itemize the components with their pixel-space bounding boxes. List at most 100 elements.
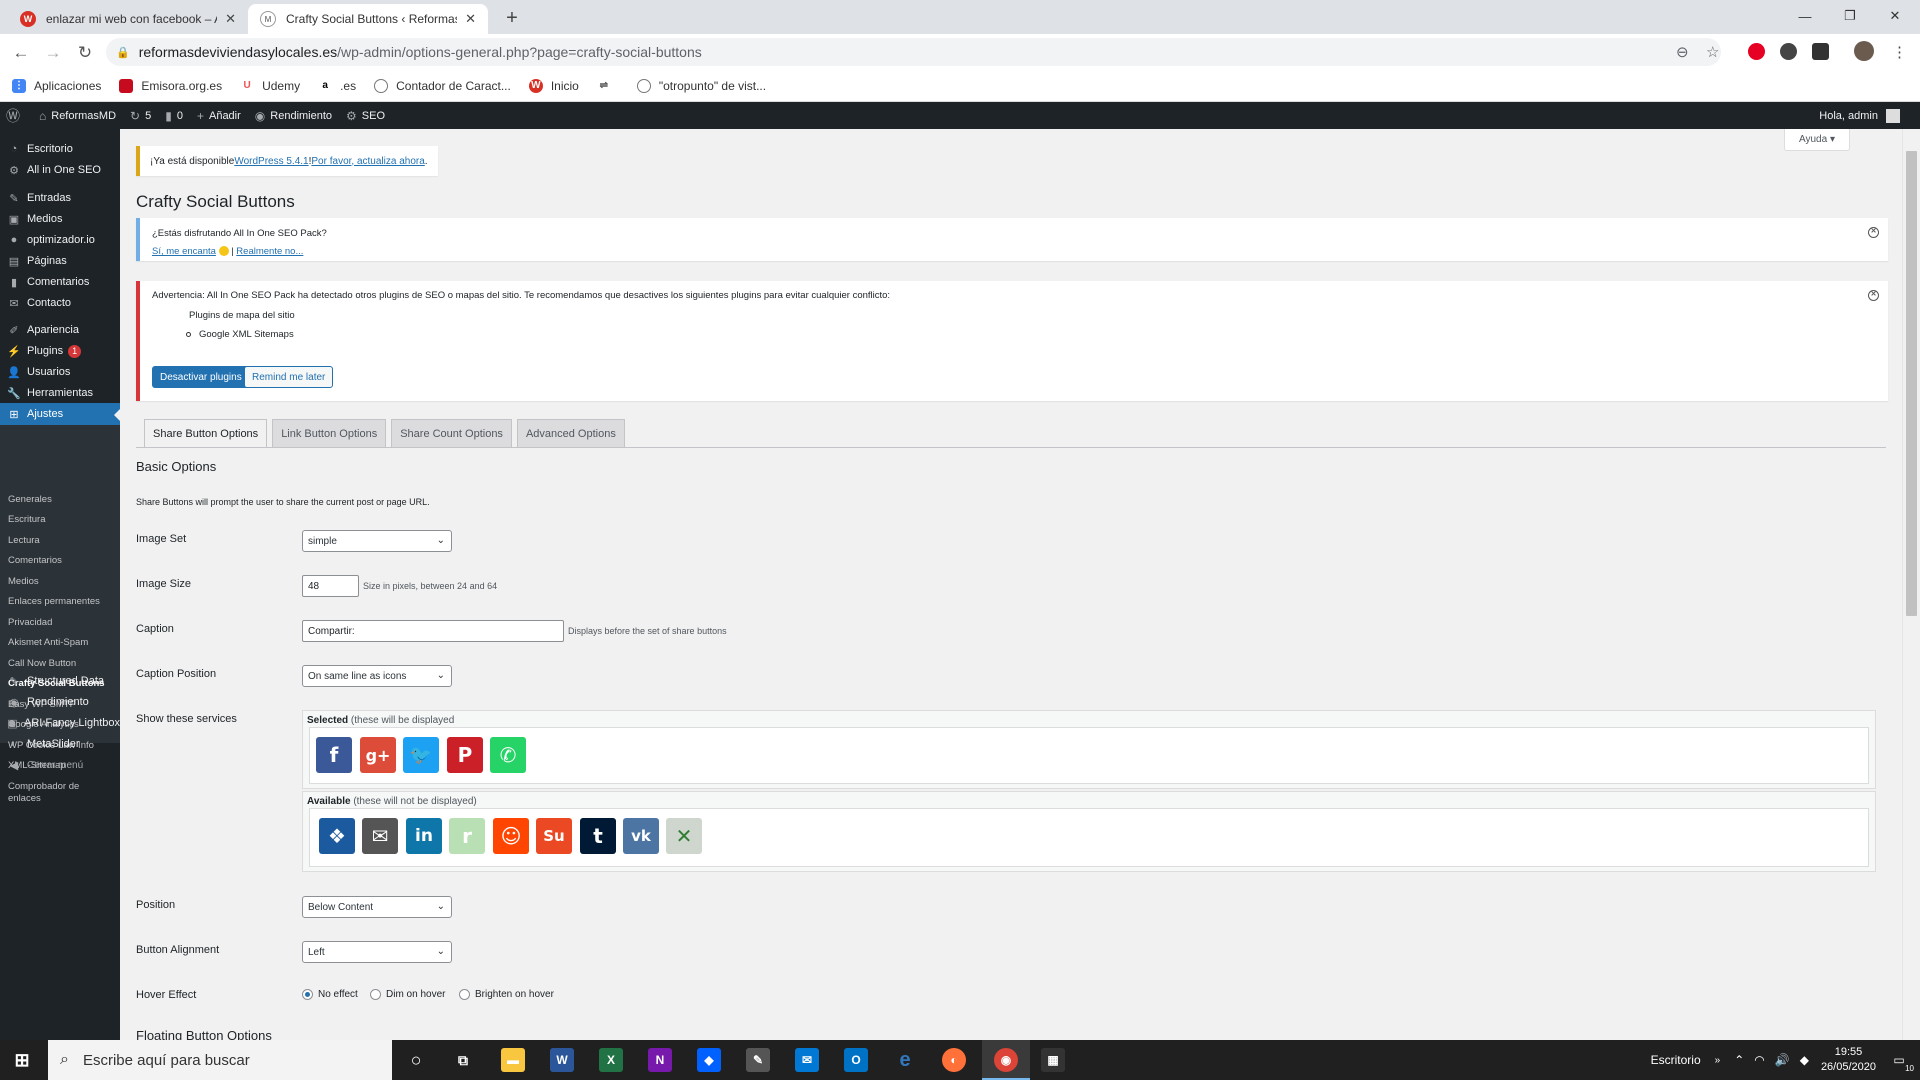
browser-tab-facebook[interactable]: W enlazar mi web con facebook – A ✕ — [8, 4, 248, 34]
xing-icon[interactable]: ✕ — [666, 818, 702, 854]
collapse-menu-button[interactable]: ◀ Cerrar menú — [0, 754, 120, 776]
paint-icon[interactable]: ✎ — [746, 1048, 770, 1072]
selected-services-list[interactable]: f g+ 🐦 P ✆ — [309, 727, 1869, 784]
close-window-icon[interactable]: ✕ — [1880, 6, 1910, 26]
submenu-medios[interactable]: Medios — [0, 576, 120, 588]
back-icon[interactable]: ← — [10, 42, 32, 64]
chrome-icon[interactable]: ◉ — [994, 1048, 1018, 1072]
zoom-icon[interactable]: ⊖ — [1676, 43, 1689, 61]
sidebar-item-rendimiento[interactable]: ◉ Rendimiento — [0, 691, 120, 713]
vk-icon[interactable]: vk — [623, 818, 659, 854]
sidebar-item-contacto[interactable]: ✉ Contacto — [0, 292, 120, 314]
submenu-comentarios[interactable]: Comentarios — [0, 555, 120, 567]
extension-icon[interactable] — [1812, 43, 1829, 60]
restore-icon[interactable]: ❐ — [1835, 6, 1865, 26]
minimize-icon[interactable]: — — [1790, 6, 1820, 26]
sidebar-item-escritorio[interactable]: ◔ Escritorio — [0, 138, 120, 160]
task-view-icon[interactable]: ⧉ — [451, 1048, 475, 1072]
renren-icon[interactable]: r — [449, 818, 485, 854]
adminbar-site[interactable]: ⌂ ReformasMD — [39, 109, 116, 123]
excel-icon[interactable]: X — [599, 1048, 623, 1072]
wordpress-logo-icon[interactable]: Ⓦ — [6, 106, 25, 126]
facebook-icon[interactable]: f — [316, 737, 352, 773]
sidebar-item-comentarios[interactable]: ▮ Comentarios — [0, 271, 120, 293]
tab-advanced-options[interactable]: Advanced Options — [516, 419, 625, 447]
tab-share-button-options[interactable]: Share Button Options — [144, 419, 268, 448]
dismiss-notice-icon[interactable]: ✕ — [1868, 290, 1879, 301]
word-icon[interactable]: W — [550, 1048, 574, 1072]
dropbox-tray-icon[interactable]: ◆ — [1800, 1053, 1809, 1067]
stumbleupon-icon[interactable]: Su — [536, 818, 572, 854]
adminbar-account[interactable]: Hola, admin — [1819, 102, 1900, 129]
url-field[interactable]: 🔒 reformasdeviviendasylocales.es/wp-admi… — [106, 38, 1721, 66]
bookmark-misc[interactable]: ⇌ — [596, 78, 619, 93]
submenu-enlaces[interactable]: Enlaces permanentes — [0, 596, 120, 608]
sidebar-item-metaslider[interactable]: ◐ MetaSlider — [0, 733, 120, 755]
tab-share-count-options[interactable]: Share Count Options — [391, 419, 512, 447]
clock[interactable]: 19:55 26/05/2020 — [1821, 1045, 1876, 1075]
extension-icon[interactable] — [1780, 43, 1797, 60]
bookmark-star-icon[interactable]: ☆ — [1706, 43, 1719, 61]
bookmark-apps[interactable]: ⋮ Aplicaciones — [12, 78, 101, 93]
file-explorer-icon[interactable]: ▬ — [501, 1048, 525, 1072]
sidebar-item-optimizador[interactable]: ● optimizador.io — [0, 229, 120, 251]
hover-no-effect-radio[interactable] — [302, 989, 313, 1000]
image-size-input[interactable]: 48 — [302, 575, 359, 597]
update-now-link[interactable]: Por favor, actualiza ahora — [311, 156, 424, 167]
new-tab-icon[interactable]: + — [500, 6, 524, 30]
sidebar-item-aioseo[interactable]: ⚙ All in One SEO — [0, 159, 120, 181]
remind-later-button[interactable]: Remind me later — [244, 366, 334, 388]
adminbar-new[interactable]: + Añadir — [197, 109, 241, 123]
submenu-privacidad[interactable]: Privacidad — [0, 617, 120, 629]
sidebar-item-ajustes[interactable]: ⊞ Ajustes — [0, 403, 120, 425]
wordpress-version-link[interactable]: WordPress 5.4.1 — [234, 156, 308, 167]
digg-icon[interactable]: ❖ — [319, 818, 355, 854]
dropbox-icon[interactable]: ◆ — [697, 1048, 721, 1072]
close-tab-icon[interactable]: ✕ — [465, 11, 476, 27]
bookmark-inicio[interactable]: W Inicio — [528, 78, 579, 93]
submenu-generales[interactable]: Generales — [0, 494, 120, 506]
desktop-toolbar-label[interactable]: Escritorio — [1651, 1053, 1701, 1067]
bookmark-contador[interactable]: Contador de Caract... — [374, 78, 511, 93]
reddit-icon[interactable]: ☺ — [493, 818, 529, 854]
caption-position-select[interactable]: On same line as icons ⌄ — [302, 665, 452, 687]
profile-avatar[interactable] — [1854, 41, 1874, 61]
sidebar-item-herramientas[interactable]: 🔧 Herramientas — [0, 382, 120, 404]
bookmark-otropunto[interactable]: "otropunto" de vist... — [636, 78, 766, 93]
menu-kebab-icon[interactable]: ⋮ — [1892, 43, 1907, 61]
sidebar-item-plugins[interactable]: ⚡ Plugins 1 — [0, 340, 120, 362]
bookmark-amazon[interactable]: a .es — [318, 78, 356, 93]
adminbar-comments[interactable]: ▮ 0 — [165, 109, 183, 123]
alignment-select[interactable]: Left ⌄ — [302, 941, 452, 963]
submenu-akismet[interactable]: Akismet Anti-Spam — [0, 637, 120, 649]
review-yes-link[interactable]: Sí, me encanta — [152, 246, 216, 257]
forward-icon[interactable]: → — [42, 42, 64, 64]
submenu-lectura[interactable]: Lectura — [0, 535, 120, 547]
google-plus-icon[interactable]: g+ — [360, 737, 396, 773]
submenu-callnow[interactable]: Call Now Button — [0, 658, 120, 670]
bookmark-udemy[interactable]: U Udemy — [240, 78, 300, 93]
pinterest-icon[interactable]: P — [447, 737, 483, 773]
hover-brighten-radio[interactable] — [459, 989, 470, 1000]
reload-icon[interactable]: ↻ — [74, 42, 96, 64]
sidebar-item-usuarios[interactable]: 👤 Usuarios — [0, 361, 120, 383]
submenu-escritura[interactable]: Escritura — [0, 514, 120, 526]
onenote-icon[interactable]: N — [648, 1048, 672, 1072]
close-tab-icon[interactable]: ✕ — [225, 11, 236, 27]
windows-start-icon[interactable]: ⊞ — [10, 1048, 34, 1072]
calculator-icon[interactable]: ▦ — [1041, 1048, 1065, 1072]
page-scrollbar[interactable] — [1902, 129, 1920, 1046]
dismiss-notice-icon[interactable]: ✕ — [1868, 227, 1879, 238]
linkedin-icon[interactable]: in — [406, 818, 442, 854]
firefox-icon[interactable]: ◐ — [942, 1048, 966, 1072]
outlook-icon[interactable]: O — [844, 1048, 868, 1072]
submenu-comprobador[interactable]: Comprobador de enlaces — [0, 781, 120, 805]
whatsapp-icon[interactable]: ✆ — [490, 737, 526, 773]
edge-icon[interactable]: e — [893, 1048, 917, 1072]
chevron-right-icon[interactable]: » — [1715, 1055, 1721, 1066]
sidebar-item-apariencia[interactable]: ✐ Apariencia — [0, 319, 120, 341]
adminbar-updates[interactable]: ↻ 5 — [130, 109, 151, 123]
sidebar-item-paginas[interactable]: ▤ Páginas — [0, 250, 120, 272]
cortana-icon[interactable]: ○ — [404, 1048, 428, 1072]
wifi-icon[interactable]: ◠ — [1754, 1053, 1764, 1067]
